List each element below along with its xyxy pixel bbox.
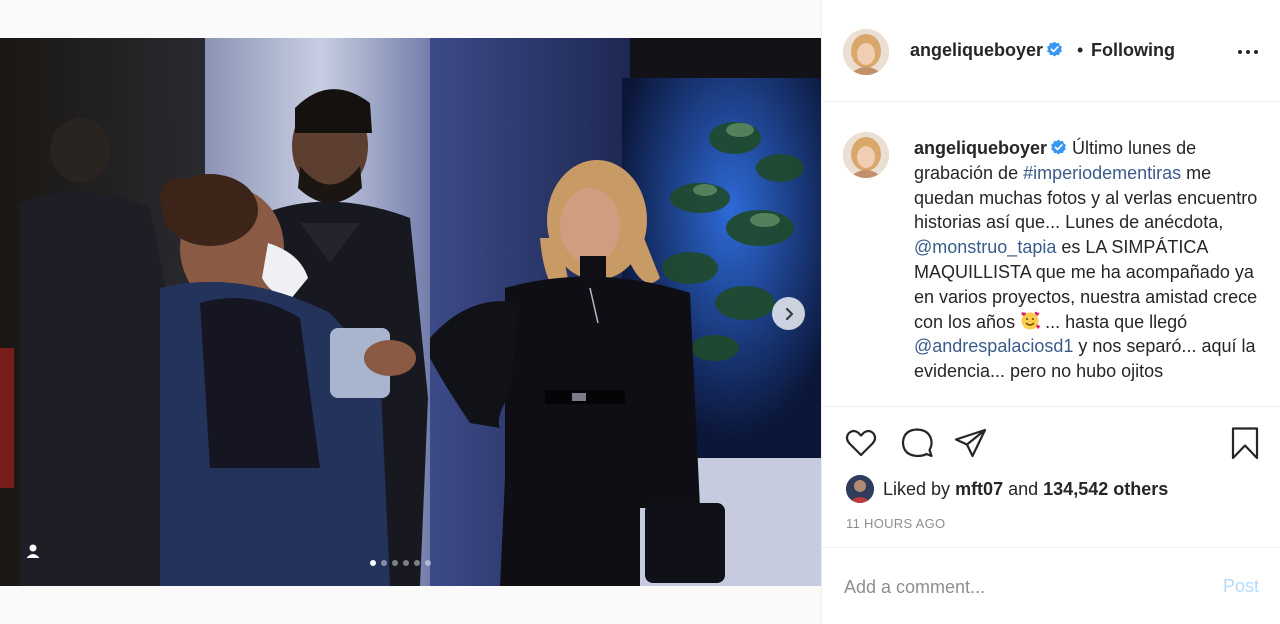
username-text: angeliqueboyer — [910, 40, 1044, 60]
caption-username[interactable]: angeliqueboyer — [914, 138, 1047, 158]
caption-text: ... hasta que llegó — [1040, 311, 1188, 332]
liker-avatar-image — [846, 475, 874, 503]
liked-by-and: and — [1008, 478, 1039, 499]
verified-badge-icon — [1051, 139, 1066, 155]
more-options-icon[interactable] — [1238, 44, 1262, 60]
following-button[interactable]: Following — [1091, 40, 1175, 61]
liked-by-others-link[interactable]: 134,542 others — [1043, 479, 1168, 500]
header-username[interactable]: angeliqueboyer — [910, 40, 1063, 61]
post-media[interactable] — [0, 38, 821, 586]
mention-link[interactable]: @andrespalaciosd1 — [914, 336, 1073, 356]
caption-avatar[interactable] — [843, 132, 889, 178]
post-actions: Liked by mft07 and 134,542 others 11 HOU… — [822, 406, 1280, 546]
post-timestamp[interactable]: 11 HOURS AGO — [846, 516, 945, 531]
comments-section[interactable]: angeliqueboyer Último lunes de grabación… — [822, 103, 1280, 406]
verified-badge-icon — [1047, 41, 1062, 57]
bookmark-icon[interactable] — [1227, 425, 1263, 461]
carousel-dot — [381, 560, 387, 566]
avatar-image — [843, 29, 889, 75]
post-side-panel: angeliqueboyer • Following angeliqueboye… — [821, 0, 1280, 624]
next-arrow-icon — [785, 307, 793, 320]
post-frame: angeliqueboyer • Following angeliqueboye… — [0, 0, 1280, 624]
carousel-dot — [392, 560, 398, 566]
header-separator: • — [1077, 40, 1084, 60]
liked-by-user-link[interactable]: mft07 — [955, 479, 1003, 500]
heart-icon[interactable] — [843, 425, 879, 461]
user-tag-button[interactable] — [22, 540, 44, 562]
share-icon[interactable] — [953, 425, 989, 461]
carousel-indicator — [370, 560, 431, 566]
carousel-next-button[interactable] — [772, 297, 805, 330]
comment-icon[interactable] — [899, 425, 935, 461]
post-header: angeliqueboyer • Following — [822, 0, 1280, 102]
smiling-hearts-emoji-icon — [1021, 311, 1041, 330]
avatar[interactable] — [846, 475, 874, 503]
likes-summary: Liked by mft07 and 134,542 others — [846, 475, 1168, 503]
carousel-dot — [403, 560, 409, 566]
carousel-dot — [414, 560, 420, 566]
mention-link[interactable]: @monstruo_tapia — [914, 237, 1056, 257]
comment-input[interactable] — [844, 574, 1184, 600]
user-tag-icon — [26, 544, 40, 558]
carousel-dot-active — [370, 560, 376, 566]
post-caption: angeliqueboyer Último lunes de grabación… — [914, 136, 1259, 384]
post-comment-button[interactable]: Post — [1223, 576, 1259, 597]
liked-by-prefix: Liked by — [883, 478, 951, 499]
post-photo — [0, 38, 821, 586]
add-comment-bar: Post — [822, 547, 1280, 624]
hashtag-link[interactable]: #imperiodementiras — [1023, 163, 1181, 183]
avatar[interactable] — [843, 29, 889, 75]
avatar-image — [843, 132, 889, 178]
carousel-dot — [425, 560, 431, 566]
